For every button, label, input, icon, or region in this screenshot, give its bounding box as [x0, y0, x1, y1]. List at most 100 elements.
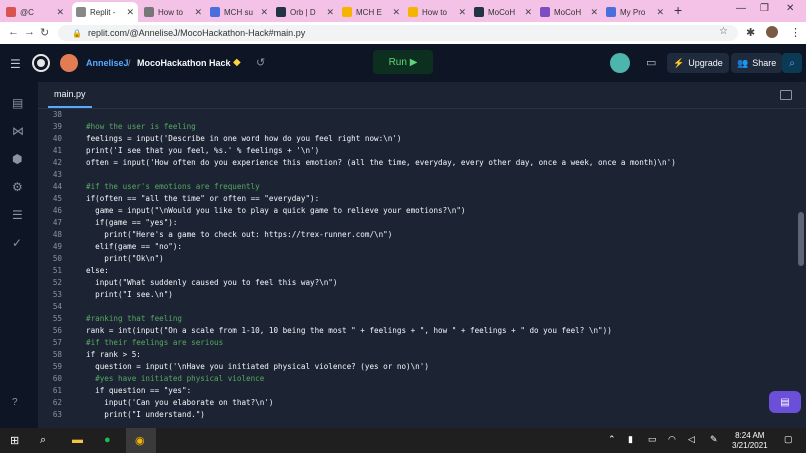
new-tab-button[interactable]: +	[674, 2, 682, 18]
code-line[interactable]: 52 input("What suddenly caused you to fe…	[38, 277, 806, 289]
code-line[interactable]: 39 #how the user is feeling	[38, 121, 806, 133]
help-icon[interactable]: ?	[12, 397, 18, 408]
microphone-icon[interactable]: ▮	[628, 434, 633, 445]
bookmark-star-icon[interactable]: ☆	[719, 26, 728, 37]
tray-chevron-icon[interactable]: ⌃	[608, 434, 616, 445]
multiplayer-avatar[interactable]	[610, 53, 630, 73]
browser-tab[interactable]: MoCoH ✕	[536, 2, 602, 22]
volume-icon[interactable]: ◁	[688, 434, 695, 445]
chat-icon[interactable]: ▭	[646, 56, 656, 69]
wifi-icon[interactable]: ◠	[668, 434, 676, 445]
windows-start-icon[interactable]: ⊞	[10, 434, 19, 447]
code-line[interactable]: 58 if rank > 5:	[38, 349, 806, 361]
code-line[interactable]: 51 else:	[38, 265, 806, 277]
spotify-icon[interactable]: ●	[104, 434, 111, 446]
packages-icon[interactable]: ⬢	[12, 152, 22, 166]
pen-icon[interactable]: ✎	[710, 434, 718, 445]
tab-close-icon[interactable]: ✕	[656, 7, 664, 18]
code-line[interactable]: 56 rank = int(input("On a scale from 1-10…	[38, 325, 806, 337]
chrome-icon[interactable]: ◉	[135, 434, 145, 447]
user-avatar[interactable]	[60, 54, 78, 72]
code-line[interactable]: 57 #if their feelings are serious	[38, 337, 806, 349]
code-editor[interactable]: main.py 38 39 #how the user is feeling 40 fe…	[38, 82, 806, 428]
history-icon[interactable]: ↺	[256, 56, 265, 69]
code-line[interactable]: 63 print("I understand.")	[38, 409, 806, 421]
browser-tab[interactable]: How to ✕	[404, 2, 470, 22]
code-lines[interactable]: 38 39 #how the user is feeling 40 feelings =…	[38, 109, 806, 421]
tab-close-icon[interactable]: ✕	[590, 7, 598, 18]
replit-header: ☰ AnneliseJ / MocoHackathon Hack ◆ ↺ Run…	[0, 44, 806, 83]
unit-tests-icon[interactable]: ✓	[12, 236, 22, 250]
menu-icon[interactable]: ☰	[10, 57, 21, 71]
code-line[interactable]: 59 question = input('\nHave you initiate…	[38, 361, 806, 373]
chat-widget-button[interactable]: ▤	[769, 391, 801, 413]
line-number: 60	[52, 374, 62, 383]
replit-logo[interactable]	[32, 54, 50, 72]
code-line[interactable]: 60 #yes have initiated physical violence	[38, 373, 806, 385]
tab-close-icon[interactable]: ✕	[126, 7, 134, 18]
browser-tab[interactable]: Orb | D ✕	[272, 2, 338, 22]
share-button[interactable]: 👥 Share	[731, 53, 783, 73]
code-line[interactable]: 42 often = input('How often do you experi…	[38, 157, 806, 169]
file-explorer-icon[interactable]: ▬	[72, 434, 83, 446]
back-icon[interactable]: ←	[8, 26, 19, 38]
browser-tab[interactable]: MCH E ✕	[338, 2, 404, 22]
reload-icon[interactable]: ↻	[40, 26, 49, 39]
code-line[interactable]: 44 #if the user's emotions are frequently	[38, 181, 806, 193]
layout-icon[interactable]	[780, 90, 792, 100]
close-window-button[interactable]: ✕	[786, 3, 794, 14]
browser-tab[interactable]: MCH su ✕	[206, 2, 272, 22]
upgrade-button[interactable]: ⚡ Upgrade	[667, 53, 729, 73]
extensions-icon[interactable]: ✱	[746, 26, 755, 39]
battery-icon[interactable]: ▭	[648, 434, 657, 445]
tab-title: My Pro	[620, 7, 646, 17]
database-icon[interactable]: ☰	[12, 208, 23, 222]
restore-button[interactable]: ❐	[760, 3, 769, 14]
run-button[interactable]: Run ▶	[373, 50, 433, 74]
search-button[interactable]: ⌕	[782, 53, 802, 73]
url-bar[interactable]: 🔒 replit.com/@AnneliseJ/MocoHackathon-Ha…	[58, 25, 738, 41]
version-control-icon[interactable]: ⋈	[12, 124, 24, 138]
code-line[interactable]: 50 print("Ok\n")	[38, 253, 806, 265]
code-line[interactable]: 49 elif(game == "no"):	[38, 241, 806, 253]
username-link[interactable]: AnneliseJ	[86, 58, 129, 68]
code-line[interactable]: 48 print("Here's a game to check out: ht…	[38, 229, 806, 241]
code-line[interactable]: 40 feelings = input('Describe in one word…	[38, 133, 806, 145]
editor-scrollbar[interactable]	[798, 212, 804, 266]
browser-tab[interactable]: MoCoH ✕	[470, 2, 536, 22]
files-icon[interactable]: ▤	[12, 96, 23, 110]
minimize-button[interactable]: —	[736, 3, 746, 14]
code-line[interactable]: 54	[38, 301, 806, 313]
tab-close-icon[interactable]: ✕	[326, 7, 334, 18]
code-line[interactable]: 38	[38, 109, 806, 121]
chrome-menu-icon[interactable]: ⋮	[790, 26, 801, 39]
code-line[interactable]: 46 game = input("\nWould you like to pla…	[38, 205, 806, 217]
forward-icon[interactable]: →	[24, 26, 35, 38]
tab-close-icon[interactable]: ✕	[260, 7, 268, 18]
code-line[interactable]: 43	[38, 169, 806, 181]
search-taskbar-icon[interactable]: ⌕	[40, 434, 46, 447]
code-line[interactable]: 61 if question == "yes":	[38, 385, 806, 397]
tab-close-icon[interactable]: ✕	[458, 7, 466, 18]
code-line[interactable]: 45 if(often == "all the time" or often ==…	[38, 193, 806, 205]
profile-avatar[interactable]	[766, 26, 778, 38]
tab-close-icon[interactable]: ✕	[194, 7, 202, 18]
browser-tab[interactable]: How to ✕	[140, 2, 206, 22]
code-line[interactable]: 53 print("I see.\n")	[38, 289, 806, 301]
system-clock[interactable]: 8:24 AM 3/21/2021	[732, 431, 768, 451]
browser-tab[interactable]: Replit - ✕	[72, 2, 138, 22]
code-text: feelings = input('Describe in one word h…	[86, 134, 402, 143]
code-line[interactable]: 41 print('I see that you feel, %s.' % fee…	[38, 145, 806, 157]
code-line[interactable]: 55 #ranking that feeling	[38, 313, 806, 325]
settings-icon[interactable]: ⚙	[12, 180, 23, 194]
tab-close-icon[interactable]: ✕	[524, 7, 532, 18]
project-title[interactable]: MocoHackathon Hack	[137, 58, 231, 68]
browser-tab[interactable]: My Pro ✕	[602, 2, 668, 22]
tab-close-icon[interactable]: ✕	[56, 7, 64, 18]
code-line[interactable]: 62 input('Can you elaborate on that?\n')	[38, 397, 806, 409]
file-tab-main[interactable]: main.py	[48, 82, 92, 108]
tab-close-icon[interactable]: ✕	[392, 7, 400, 18]
notifications-icon[interactable]: ▢	[784, 434, 793, 445]
code-line[interactable]: 47 if(game == "yes"):	[38, 217, 806, 229]
browser-tab[interactable]: @C ✕	[2, 2, 68, 22]
